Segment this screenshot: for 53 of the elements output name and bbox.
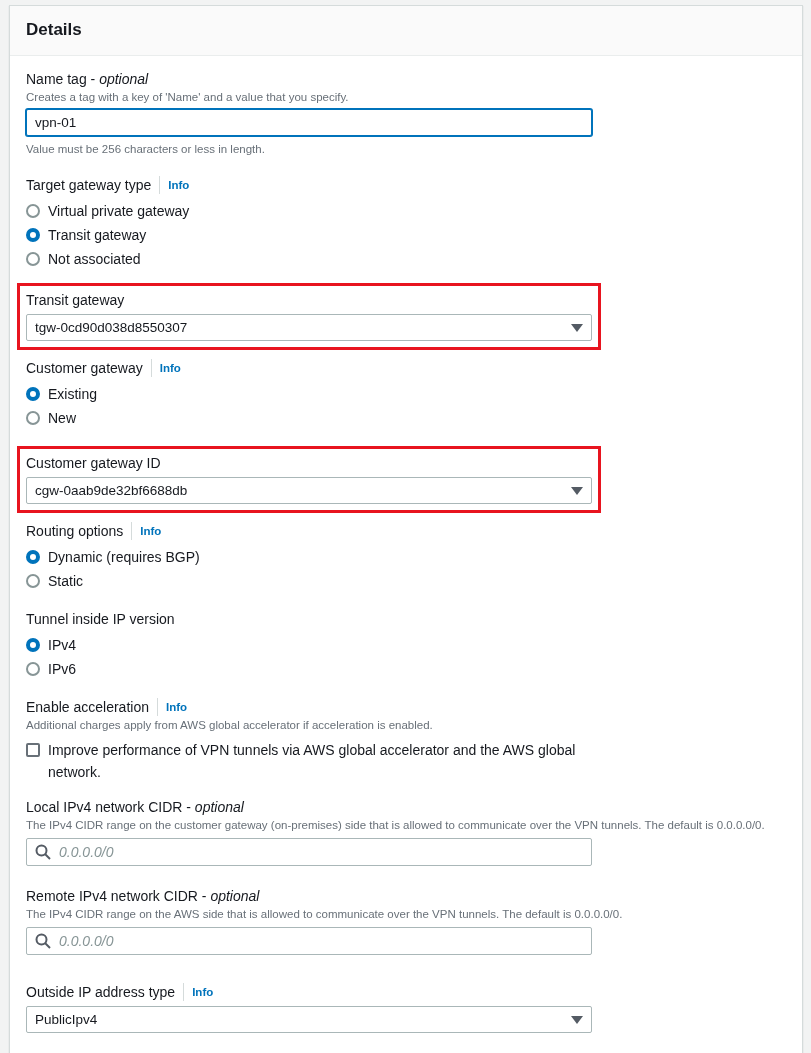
caret-icon [571,1015,583,1024]
search-field[interactable]: 0.0.0.0/0 [26,838,592,866]
checkbox-option[interactable]: Improve performance of VPN tunnels via AWS global accelerator and the AWS global network. [26,739,592,783]
radio-button[interactable] [26,662,40,676]
search-field[interactable]: 0.0.0.0/0 [26,927,592,955]
constraint-text: Value must be 256 characters or less in length. [26,142,266,157]
radio-button[interactable] [26,574,40,588]
radio-button[interactable] [26,387,40,401]
radio-option[interactable]: Dynamic (requires BGP) [26,545,592,569]
field-label: Customer gateway ID [26,454,161,473]
radio-option[interactable]: Static [26,569,592,593]
checkbox[interactable] [26,743,40,757]
field-description: Creates a tag with a key of 'Name' and a value that you specify. [26,90,350,105]
field-label: Name tag - optional [26,70,149,89]
radio-button[interactable] [26,252,40,266]
field-description: The IPv4 CIDR range on the AWS side that is allowed to communicate over the VPN tunnels. The default is 0.0.0.0/0. [26,907,624,922]
caret-icon [571,323,583,332]
info-link[interactable]: Info [183,983,214,1001]
field-description: The IPv4 CIDR range on the customer gateway (on-premises) side that is allowed to communicate over the VPN tunnels. The default is 0.0.0.0/0. [26,818,766,833]
radio-option[interactable]: Transit gateway [26,223,592,247]
field-label: Outside IP address type [26,983,176,1002]
caret-icon [571,486,583,495]
radio-button[interactable] [26,204,40,218]
field-label: Tunnel inside IP version [26,610,175,629]
field-description: Additional charges apply from AWS global accelerator if acceleration is enabled. [26,718,434,733]
radio-option[interactable]: IPv6 [26,657,592,681]
radio-button[interactable] [26,411,40,425]
radio-option[interactable]: Existing [26,382,592,406]
select-dropdown[interactable]: tgw-0cd90d038d8550307 [26,314,592,341]
info-link[interactable]: Info [131,522,162,540]
search-icon [35,933,51,949]
field-label: Transit gateway [26,291,125,310]
radio-option[interactable]: IPv4 [26,633,592,657]
radio-button[interactable] [26,638,40,652]
radio-button[interactable] [26,550,40,564]
info-link[interactable]: Info [157,698,188,716]
field-label: Local IPv4 network CIDR - optional [26,798,244,817]
field-label: Routing options [26,522,124,541]
field-label: Customer gateway [26,359,143,378]
field-label: Target gateway type [26,176,152,195]
radio-option[interactable]: New [26,406,592,430]
field-label: Remote IPv4 network CIDR - optional [26,887,260,906]
field-label: Enable acceleration [26,698,149,717]
info-link[interactable]: Info [150,359,181,377]
select-dropdown[interactable]: PublicIpv4 [26,1006,592,1033]
info-link[interactable]: Info [159,176,190,194]
select-dropdown[interactable]: cgw-0aab9de32bf6688db [26,477,592,504]
radio-button[interactable] [26,228,40,242]
radio-option[interactable]: Virtual private gateway [26,199,592,223]
name-tag-input[interactable]: vpn-01 [26,109,592,136]
panel-title: Details [26,19,83,41]
radio-option[interactable]: Not associated [26,247,592,271]
search-icon [35,844,51,860]
